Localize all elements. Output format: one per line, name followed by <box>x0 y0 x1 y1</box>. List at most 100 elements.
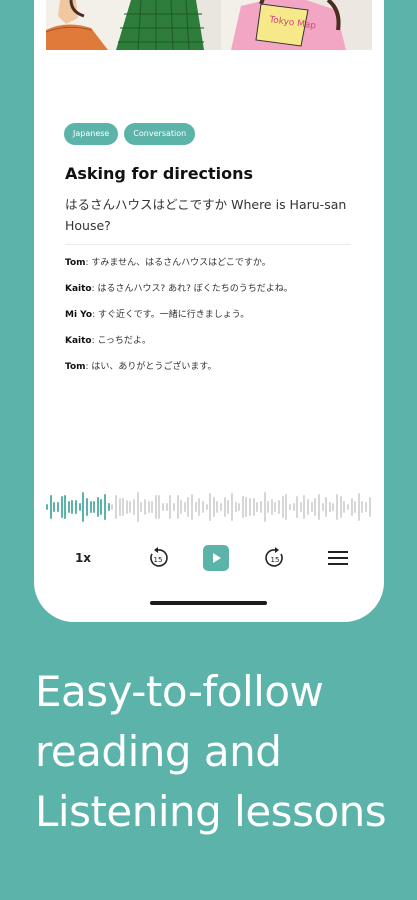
waveform-bar <box>71 499 74 515</box>
caption-line: reading and <box>35 727 282 776</box>
forward-15-icon: 15 <box>265 547 283 567</box>
waveform-bar <box>332 503 335 511</box>
dialogue-line: Kaito: こっちだよ。 <box>65 334 355 360</box>
play-icon <box>213 553 221 563</box>
waveform-bar <box>158 494 161 520</box>
waveform-bar <box>46 504 48 510</box>
waveform-bar <box>350 497 353 517</box>
waveform-bar <box>140 501 143 513</box>
waveform-bar <box>198 498 201 516</box>
waveform-bar <box>78 502 81 512</box>
waveform-bar <box>245 497 248 517</box>
waveform-bar <box>96 497 99 517</box>
waveform-bar <box>107 503 110 511</box>
waveform-bar <box>252 498 255 516</box>
waveform-bar <box>267 500 270 514</box>
waveform-bar <box>122 497 125 517</box>
dialogue-text: : すぐ近くです。一緒に行きましょう。 <box>92 310 250 320</box>
waveform-bar <box>212 496 215 518</box>
speaker-name: Kaito <box>65 284 92 294</box>
caption-line: Listening lessons <box>35 787 387 836</box>
waveform-bar <box>278 500 280 514</box>
waveform-bar <box>60 495 63 519</box>
waveform-bar <box>328 502 331 512</box>
waveform-bar <box>292 503 295 511</box>
dialogue-text: : すみません、はるさんハウスはどこですか。 <box>85 258 271 268</box>
play-button[interactable] <box>203 545 229 571</box>
waveform-bar <box>354 501 357 513</box>
waveform-bar <box>133 499 135 515</box>
waveform-bar <box>241 495 244 519</box>
waveform-bar <box>151 500 154 514</box>
waveform-bar <box>263 492 266 522</box>
promo-caption: Easy-to-follow reading and Listening les… <box>35 662 415 842</box>
waveform-bar <box>191 493 193 521</box>
waveform-bar <box>104 493 106 521</box>
waveform-bar <box>67 501 70 513</box>
waveform-bar <box>89 500 92 514</box>
illustration-art: Tokyo Map <box>46 0 372 50</box>
speaker-name: Kaito <box>65 336 92 346</box>
speaker-name: Mi Yo <box>65 310 93 320</box>
waveform-bar <box>53 501 56 513</box>
rewind-amount: 15 <box>154 556 163 564</box>
home-indicator[interactable] <box>150 601 267 605</box>
dialogue-text: : こっちだよ。 <box>91 336 151 346</box>
dialogue-line: Tom: すみません、はるさんハウスはどこですか。 <box>65 256 355 282</box>
waveform-bar <box>147 500 150 514</box>
dialogue-text: : はい、ありがとうございます。 <box>85 362 217 372</box>
waveform-bar <box>216 500 219 514</box>
waveform-bar <box>307 498 309 516</box>
rewind-15-icon: 15 <box>150 547 168 567</box>
audio-waveform[interactable] <box>46 488 372 526</box>
caption-line: Easy-to-follow <box>35 667 324 716</box>
waveform-bar <box>180 500 183 514</box>
waveform-bar <box>249 497 251 517</box>
waveform-bar <box>259 500 262 514</box>
lesson-tags: Japanese Conversation <box>64 123 196 145</box>
dialogue-list: Tom: すみません、はるさんハウスはどこですか。 Kaito: はるさんハウス… <box>65 256 355 386</box>
waveform-bar <box>321 503 324 511</box>
player-controls: 1x 15 15 <box>46 540 372 576</box>
waveform-bar <box>85 498 88 516</box>
waveform-bar <box>165 503 168 511</box>
waveform-bar <box>172 502 175 512</box>
dialogue-line: Tom: はい、ありがとうございます。 <box>65 360 355 386</box>
waveform-bar <box>238 502 241 512</box>
rewind-15-button[interactable]: 15 <box>144 540 172 576</box>
dialogue-line: Kaito: はるさんハウス? あれ? ぼくたちのうちだよね。 <box>65 282 355 308</box>
dialogue-text: : はるさんハウス? あれ? ぼくたちのうちだよね。 <box>91 284 293 294</box>
waveform-bar <box>296 496 299 518</box>
waveform-bar <box>325 497 328 517</box>
waveform-bar <box>82 492 85 522</box>
tag-category[interactable]: Conversation <box>124 123 196 145</box>
waveform-bar <box>223 497 226 517</box>
menu-button[interactable] <box>328 540 348 576</box>
waveform-bar <box>100 499 103 515</box>
phone-frame: Tokyo Map Japanese Conversation Asking f… <box>34 0 384 622</box>
playback-speed-button[interactable]: 1x <box>68 540 98 576</box>
waveform-bar <box>169 495 172 519</box>
divider <box>65 244 351 245</box>
waveform-bar <box>336 493 338 521</box>
tag-language[interactable]: Japanese <box>64 123 119 145</box>
waveform-bar <box>154 495 157 519</box>
waveform-bar <box>299 501 302 513</box>
waveform-bar <box>346 503 349 511</box>
waveform-bar <box>317 493 320 521</box>
waveform-bar <box>314 498 317 516</box>
forward-15-button[interactable]: 15 <box>261 540 289 576</box>
waveform-bar <box>234 502 237 512</box>
waveform-bar <box>256 501 259 513</box>
waveform-bar <box>114 494 117 520</box>
waveform-bar <box>129 501 132 513</box>
waveform-bar <box>187 496 190 518</box>
lesson-illustration: Tokyo Map <box>46 0 372 50</box>
waveform-bar <box>49 494 52 520</box>
waveform-bar <box>368 497 371 517</box>
waveform-bar <box>230 493 233 521</box>
waveform-bar <box>183 502 186 512</box>
waveform-bar <box>136 492 139 522</box>
waveform-bar <box>339 495 342 519</box>
waveform-bar <box>125 499 128 515</box>
